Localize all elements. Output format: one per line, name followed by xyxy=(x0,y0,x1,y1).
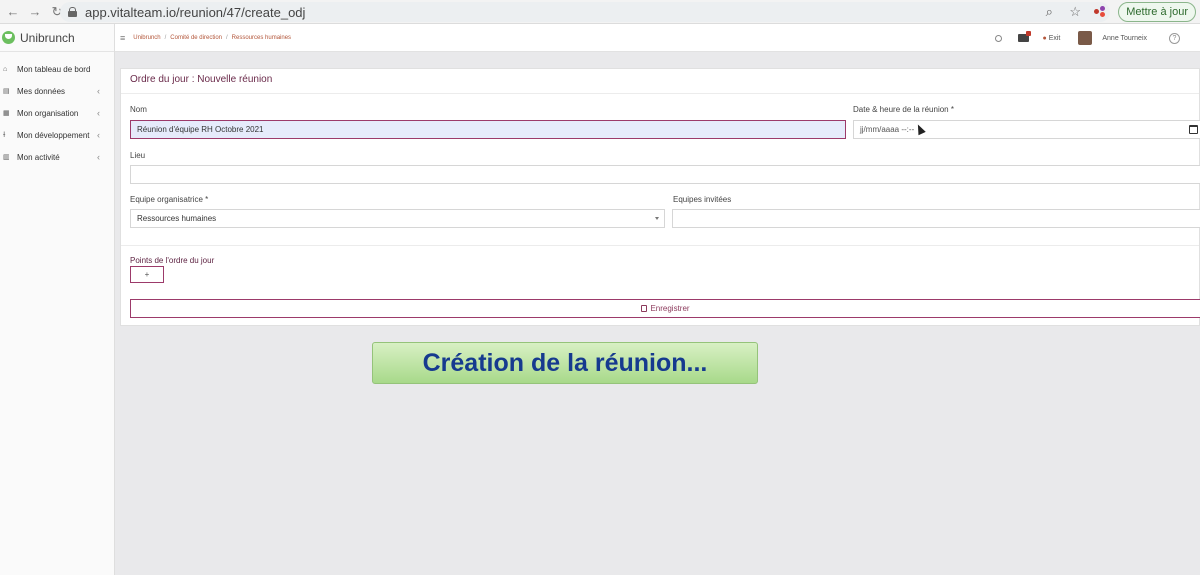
notification-icon[interactable] xyxy=(1017,31,1031,42)
back-icon[interactable]: ← xyxy=(4,3,22,21)
caret-down-icon xyxy=(655,217,659,220)
calendar-icon[interactable] xyxy=(1189,125,1198,134)
extension-icon[interactable] xyxy=(1094,6,1106,18)
save-icon xyxy=(641,305,648,312)
breadcrumb: ≡ Unibrunch / Comité de direction / Ress… xyxy=(120,24,291,52)
exit-button[interactable]: ● Exit xyxy=(1043,35,1061,42)
chevron-left-icon: ‹ xyxy=(97,152,100,162)
update-button[interactable]: Mettre à jour xyxy=(1118,2,1196,22)
breadcrumb-separator: / xyxy=(164,35,167,41)
sidebar: Unibrunch ⌂ Mon tableau de bord ▤ Mes do… xyxy=(0,24,115,575)
home-icon: ⌂ xyxy=(3,65,8,73)
mouse-cursor-icon xyxy=(914,122,926,136)
star-icon[interactable]: ☆ xyxy=(1068,4,1082,20)
datetime-label: Date & heure de la réunion * xyxy=(853,105,954,114)
notification-badge xyxy=(1025,31,1031,36)
video-caption: Création de la réunion... xyxy=(372,342,758,384)
agenda-points-label: Points de l'ordre du jour xyxy=(130,256,215,265)
sidebar-item-label: Mon tableau de bord xyxy=(17,64,91,74)
chevron-left-icon: ‹ xyxy=(97,130,100,140)
sidebar-item-organisation[interactable]: ▦ Mon organisation ‹ xyxy=(0,102,114,124)
forward-icon[interactable]: → xyxy=(26,3,44,21)
datetime-placeholder: jj/mm/aaaa --:-- xyxy=(860,125,915,134)
breadcrumb-item[interactable]: Comité de direction xyxy=(170,35,222,41)
browser-toolbar: ← → ↻ app.vitalteam.io/reunion/47/create… xyxy=(0,0,1200,24)
name-label: Nom xyxy=(130,105,147,114)
page-title: Ordre du jour : Nouvelle réunion xyxy=(130,74,273,85)
logo-icon xyxy=(2,31,15,44)
chart-icon: ɫ xyxy=(3,131,6,139)
add-point-button[interactable]: + xyxy=(130,266,164,283)
building-icon: ▦ xyxy=(3,110,10,117)
app-header: ≡ Unibrunch / Comité de direction / Ress… xyxy=(115,24,1200,52)
activity-icon: ▥ xyxy=(3,154,10,161)
location-label: Lieu xyxy=(130,151,146,160)
save-label: Enregistrer xyxy=(650,304,690,313)
sidebar-item-label: Mes données xyxy=(17,86,66,96)
sidebar-item-data[interactable]: ▤ Mes données ‹ xyxy=(0,80,114,102)
org-team-value: Ressources humaines xyxy=(137,214,217,223)
user-name[interactable]: Anne Tourneix xyxy=(1102,35,1147,42)
avatar[interactable] xyxy=(1078,31,1093,45)
sidebar-item-label: Mon activité xyxy=(17,152,60,162)
name-input[interactable]: Réunion d'équipe RH Octobre 2021 xyxy=(130,120,846,139)
sidebar-item-label: Mon organisation xyxy=(17,108,79,118)
org-team-label: Equipe organisatrice * xyxy=(130,195,209,204)
invited-teams-input[interactable] xyxy=(672,209,1200,228)
divider xyxy=(121,93,1199,94)
save-button[interactable]: Enregistrer xyxy=(130,299,1200,318)
invited-teams-label: Equipes invitées xyxy=(673,195,732,204)
location-input[interactable] xyxy=(130,165,1200,184)
chevron-left-icon: ‹ xyxy=(97,86,100,96)
address-bar[interactable]: app.vitalteam.io/reunion/47/create_odj xyxy=(60,2,1110,22)
sidebar-item-label: Mon développement xyxy=(17,130,90,140)
sidebar-item-activity[interactable]: ▥ Mon activité ‹ xyxy=(0,146,114,168)
menu-icon[interactable]: ≡ xyxy=(120,33,125,43)
datetime-input[interactable]: jj/mm/aaaa --:-- xyxy=(853,120,1200,139)
divider xyxy=(121,245,1199,246)
lock-icon xyxy=(68,7,77,17)
zoom-icon[interactable]: ⌕ xyxy=(1042,4,1056,20)
brand-name: Unibrunch xyxy=(20,30,75,45)
lock-icon: ● xyxy=(1042,34,1047,42)
breadcrumb-item[interactable]: Unibrunch xyxy=(133,35,160,41)
exit-label: Exit xyxy=(1048,34,1061,42)
search-icon[interactable] xyxy=(994,34,1002,42)
sidebar-item-dashboard[interactable]: ⌂ Mon tableau de bord xyxy=(0,58,114,80)
database-icon: ▤ xyxy=(3,88,10,95)
meeting-form-card: Ordre du jour : Nouvelle réunion Nom Réu… xyxy=(120,68,1200,326)
org-team-select[interactable]: Ressources humaines xyxy=(130,209,665,228)
chevron-left-icon: ‹ xyxy=(97,108,100,118)
sidebar-item-development[interactable]: ɫ Mon développement ‹ xyxy=(0,124,114,146)
breadcrumb-separator: / xyxy=(226,35,228,41)
brand[interactable]: Unibrunch xyxy=(0,24,114,52)
help-icon[interactable]: ? xyxy=(1169,32,1180,44)
breadcrumb-item[interactable]: Ressources humaines xyxy=(232,35,291,41)
url-text: app.vitalteam.io/reunion/47/create_odj xyxy=(85,4,306,20)
